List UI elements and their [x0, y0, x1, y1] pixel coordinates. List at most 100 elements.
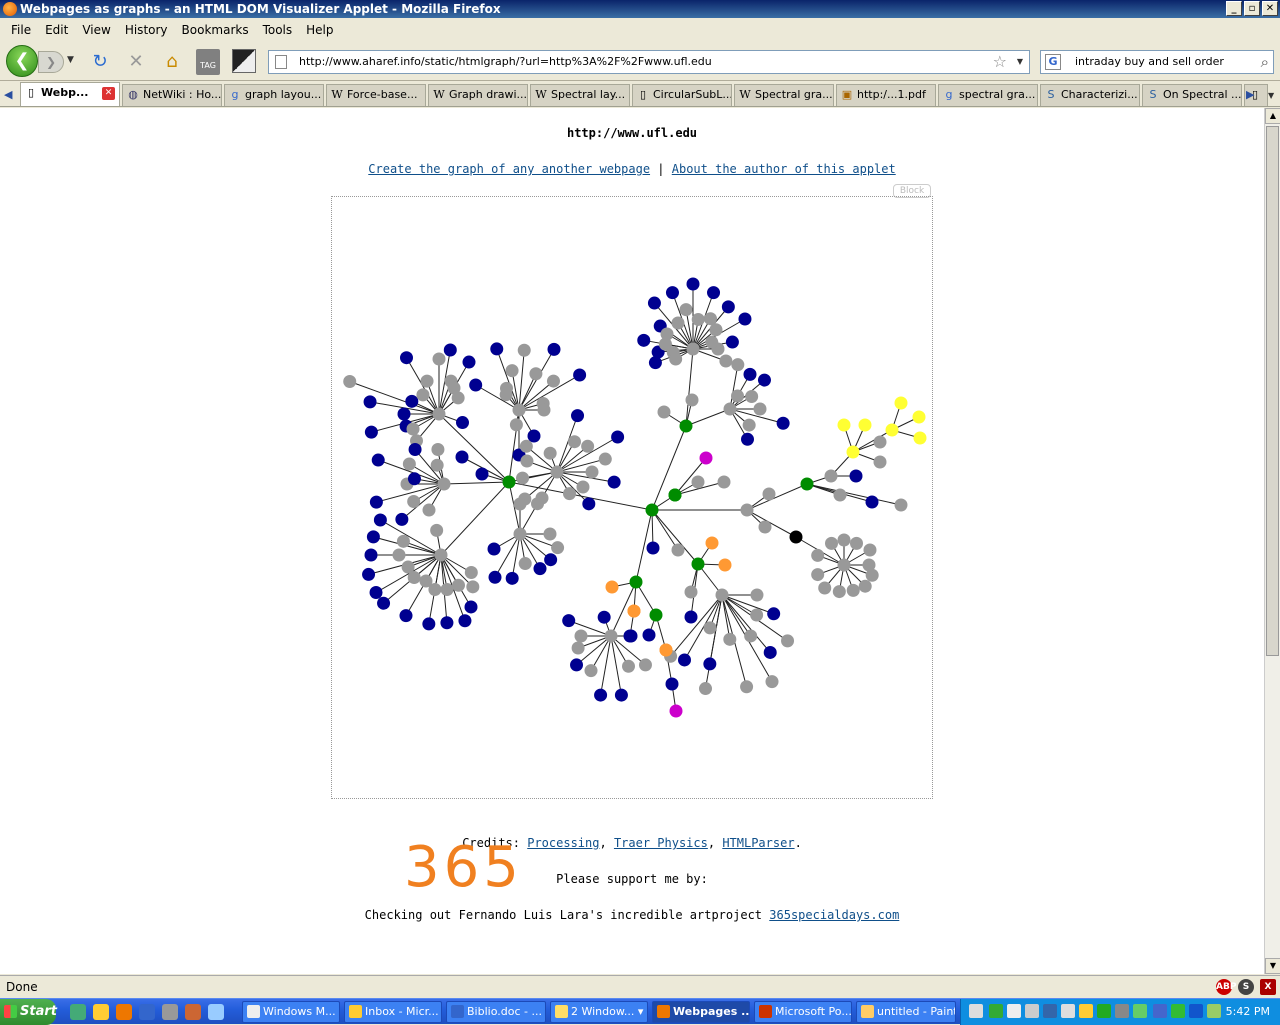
- quicklaunch-app-icon[interactable]: [185, 1004, 201, 1020]
- graph-node[interactable]: [520, 454, 534, 468]
- graph-node[interactable]: [364, 548, 378, 562]
- graph-node[interactable]: [744, 629, 758, 643]
- graph-node[interactable]: [475, 467, 489, 481]
- graph-node[interactable]: [622, 659, 635, 673]
- graph-node[interactable]: [912, 410, 926, 424]
- graph-node[interactable]: [767, 607, 781, 621]
- graph-node[interactable]: [527, 429, 541, 443]
- tray-icon[interactable]: [1115, 1004, 1129, 1018]
- quicklaunch-info-icon[interactable]: [139, 1004, 155, 1020]
- artproject-link[interactable]: 365specialdays.com: [769, 908, 899, 922]
- graph-node[interactable]: [894, 396, 908, 410]
- graph-node[interactable]: [873, 435, 887, 449]
- tab-list-icon[interactable]: ▼: [1268, 91, 1274, 100]
- graph-node[interactable]: [516, 471, 530, 485]
- graph-node[interactable]: [657, 405, 671, 419]
- graph-node[interactable]: [407, 472, 421, 486]
- vertical-scrollbar[interactable]: ▲ ▼: [1264, 108, 1280, 974]
- graph-node[interactable]: [416, 388, 430, 402]
- menu-file[interactable]: File: [4, 23, 38, 37]
- graph-node[interactable]: [691, 475, 705, 489]
- graph-node[interactable]: [585, 465, 599, 479]
- graph-node[interactable]: [723, 402, 737, 416]
- graph-node[interactable]: [863, 543, 877, 557]
- graph-node[interactable]: [364, 425, 378, 439]
- graph-node[interactable]: [858, 418, 872, 432]
- graph-node[interactable]: [407, 570, 421, 584]
- graph-node[interactable]: [551, 541, 565, 555]
- graph-node[interactable]: [762, 487, 776, 501]
- graph-node[interactable]: [432, 352, 446, 366]
- reload-icon[interactable]: ↻: [88, 50, 112, 74]
- graph-node[interactable]: [469, 378, 483, 392]
- tab-circularsub[interactable]: ▯ CircularSubL...: [632, 84, 732, 106]
- bluetooth-icon[interactable]: [1189, 1004, 1203, 1018]
- graph-node[interactable]: [547, 342, 561, 356]
- tray-icon[interactable]: [1007, 1004, 1021, 1018]
- graph-node[interactable]: [776, 416, 790, 430]
- scroll-thumb[interactable]: [1266, 126, 1279, 656]
- graph-node[interactable]: [705, 536, 719, 550]
- graph-node[interactable]: [837, 558, 851, 572]
- graph-node[interactable]: [543, 527, 557, 541]
- graph-node[interactable]: [686, 277, 700, 291]
- graph-node[interactable]: [669, 704, 683, 718]
- graph-node[interactable]: [800, 477, 814, 491]
- graph-node[interactable]: [396, 534, 410, 548]
- home-icon[interactable]: ⌂: [160, 50, 184, 74]
- graph-node[interactable]: [488, 570, 502, 584]
- graph-node[interactable]: [519, 439, 533, 453]
- graph-node[interactable]: [517, 343, 531, 357]
- graph-node[interactable]: [440, 616, 454, 630]
- tray-icon[interactable]: [1133, 1004, 1147, 1018]
- menu-bookmarks[interactable]: Bookmarks: [175, 23, 256, 37]
- graph-node[interactable]: [597, 610, 611, 624]
- graph-node[interactable]: [529, 367, 543, 381]
- graph-node[interactable]: [678, 653, 691, 667]
- task-webpages[interactable]: Webpages ...: [652, 1001, 750, 1023]
- graph-node[interactable]: [432, 407, 446, 421]
- forward-button[interactable]: ❯: [38, 51, 64, 73]
- about-author-link[interactable]: About the author of this applet: [672, 162, 896, 176]
- menu-view[interactable]: View: [75, 23, 117, 37]
- graph-node[interactable]: [581, 439, 595, 453]
- downloads-icon[interactable]: [232, 49, 256, 73]
- traer-physics-link[interactable]: Traer Physics: [614, 836, 708, 850]
- graph-node[interactable]: [873, 455, 887, 469]
- graph-node[interactable]: [665, 677, 679, 691]
- htmlparser-link[interactable]: HTMLParser: [722, 836, 794, 850]
- graph-node[interactable]: [691, 557, 705, 571]
- graph-node[interactable]: [513, 527, 527, 541]
- graph-node[interactable]: [512, 403, 526, 417]
- graph-node[interactable]: [451, 391, 465, 405]
- graph-node[interactable]: [825, 536, 838, 550]
- task-biblio-doc[interactable]: Biblio.doc - ...: [446, 1001, 546, 1023]
- tray-icon[interactable]: [1061, 1004, 1075, 1018]
- menu-edit[interactable]: Edit: [38, 23, 75, 37]
- adblock-icon[interactable]: ABP: [1216, 979, 1236, 995]
- graph-node[interactable]: [430, 523, 444, 537]
- graph-node[interactable]: [399, 609, 413, 623]
- task-windows-group[interactable]: 2 Window... ▾: [550, 1001, 648, 1023]
- graph-node[interactable]: [742, 418, 756, 432]
- graph-node[interactable]: [668, 488, 682, 502]
- status-x-icon[interactable]: X: [1260, 979, 1276, 995]
- graph-node[interactable]: [647, 296, 661, 310]
- url-dropdown-icon[interactable]: ▼: [1017, 51, 1023, 73]
- graph-node[interactable]: [703, 657, 717, 671]
- tray-icon[interactable]: [989, 1004, 1003, 1018]
- quicklaunch-outlook-icon[interactable]: [93, 1004, 109, 1020]
- graph-node[interactable]: [607, 475, 621, 489]
- graph-node[interactable]: [502, 475, 516, 489]
- history-dropdown-icon[interactable]: ▼: [67, 55, 74, 65]
- tab-spectral-graph[interactable]: W Spectral gra...: [734, 84, 834, 106]
- graph-node[interactable]: [717, 475, 731, 489]
- graph-node[interactable]: [537, 403, 551, 417]
- graph-node[interactable]: [743, 367, 757, 381]
- quicklaunch-network-icon[interactable]: [162, 1004, 178, 1020]
- graph-node[interactable]: [422, 503, 436, 517]
- tab-spectral-graph-google[interactable]: g spectral gra...: [938, 84, 1038, 106]
- graph-node[interactable]: [576, 480, 590, 494]
- graph-node[interactable]: [629, 575, 643, 589]
- graph-node[interactable]: [505, 571, 519, 585]
